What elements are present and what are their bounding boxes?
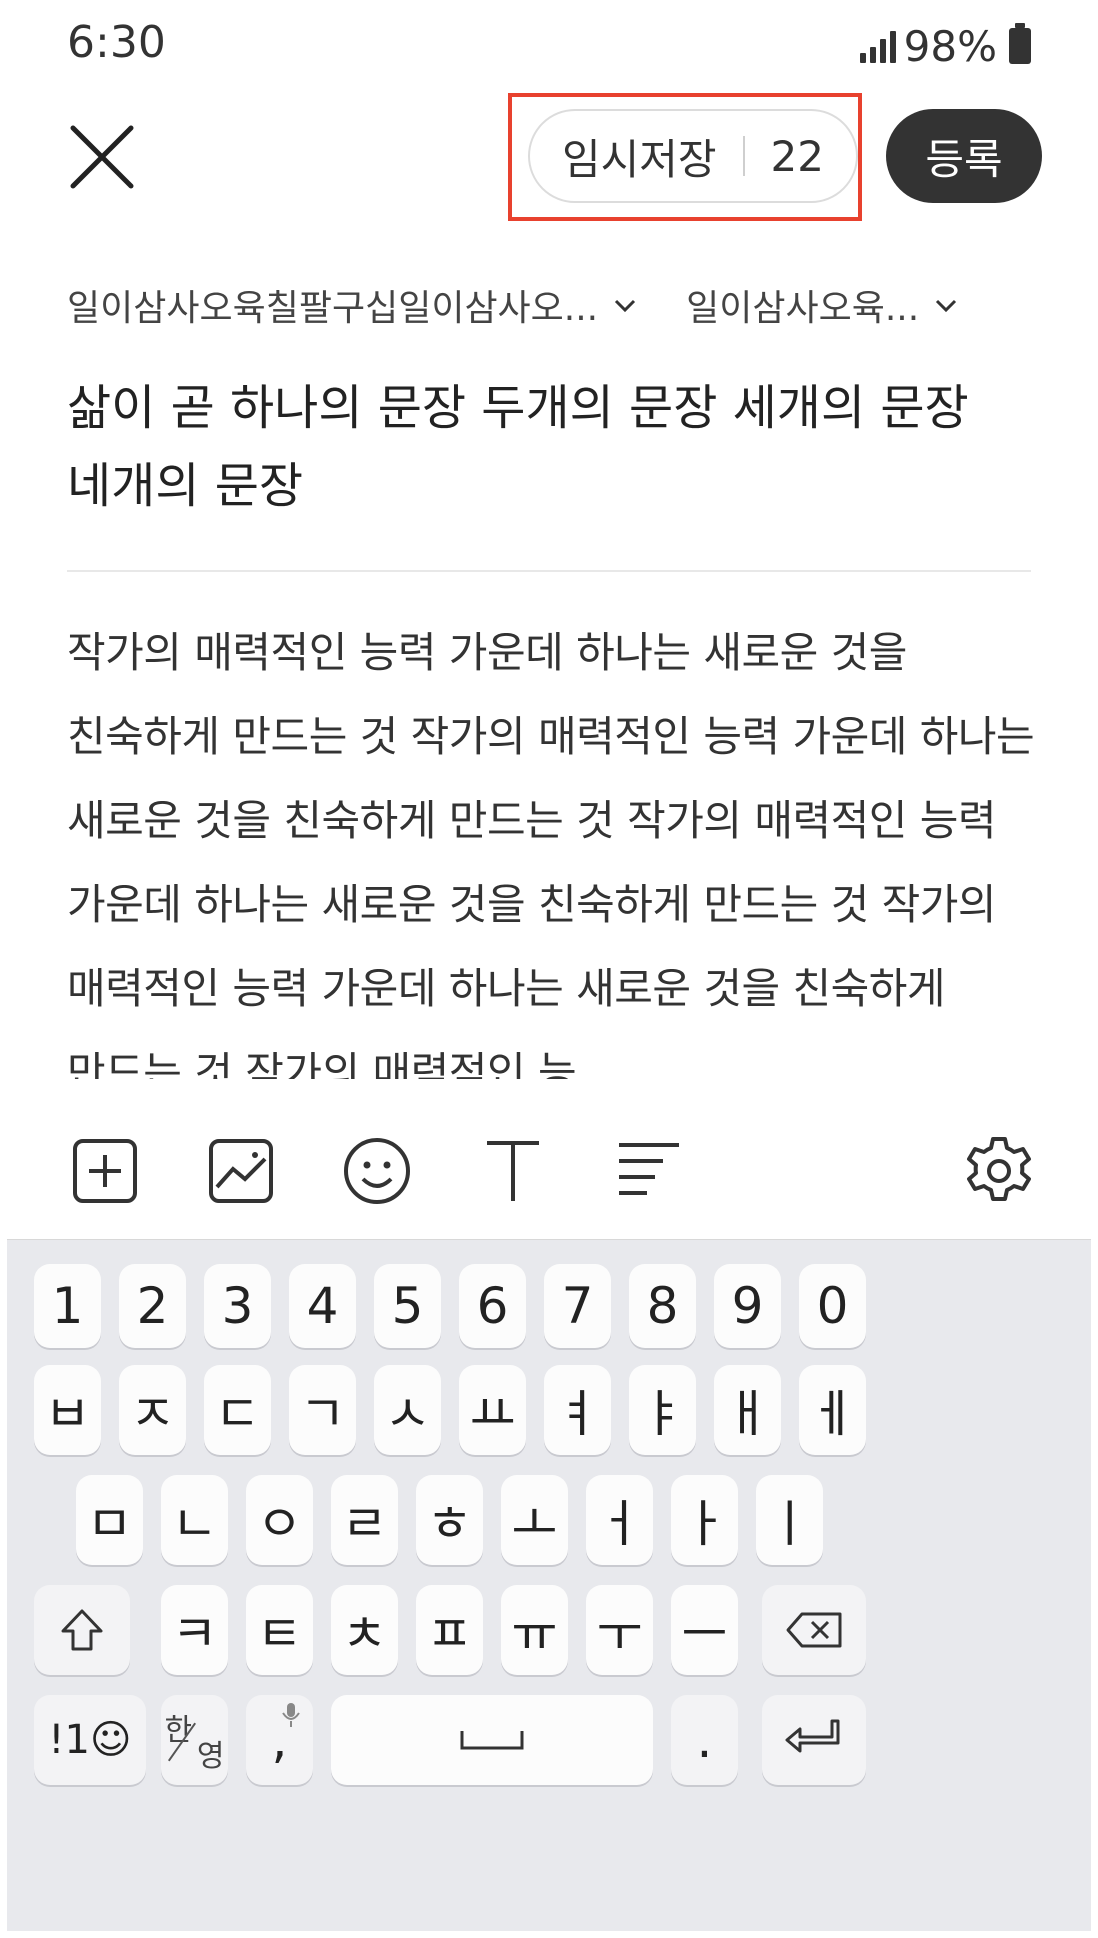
image-button[interactable] bbox=[205, 1135, 277, 1207]
emoji-icon bbox=[344, 1138, 410, 1204]
draft-label: 임시저장 bbox=[561, 134, 717, 184]
editor-header: 임시저장 22 등록 bbox=[7, 77, 1091, 227]
category-label: 일이삼사오육칠팔구십일이삼사오... bbox=[67, 288, 599, 329]
battery-percent: 98% bbox=[903, 21, 997, 71]
post-body-text: 작가의 매력적인 능력 가운데 하나는 새로운 것을 친숙하게 만드는 것 작가… bbox=[67, 628, 1035, 1079]
status-bar: 6:30 98% bbox=[7, 7, 1091, 77]
hangul-english-icon: 한 영 bbox=[165, 1705, 225, 1775]
period-key[interactable]: . bbox=[671, 1695, 738, 1785]
category-dropdown-primary[interactable]: 일이삼사오육칠팔구십일이삼사오... bbox=[67, 279, 638, 331]
status-time: 6:30 bbox=[67, 17, 166, 68]
key-e[interactable]: ㅔ bbox=[799, 1365, 866, 1455]
key-ya[interactable]: ㅑ bbox=[629, 1365, 696, 1455]
editor-toolbar bbox=[7, 1117, 1091, 1237]
hangul-label: 한 bbox=[164, 1713, 193, 1748]
english-label: 영 bbox=[196, 1739, 225, 1774]
emoji-button[interactable] bbox=[341, 1135, 413, 1207]
close-icon bbox=[70, 125, 134, 189]
submit-button[interactable]: 등록 bbox=[886, 109, 1042, 203]
shift-icon bbox=[61, 1609, 103, 1651]
signal-icon bbox=[859, 29, 896, 63]
key-yeo[interactable]: ㅕ bbox=[544, 1365, 611, 1455]
key-4[interactable]: 4 bbox=[289, 1264, 356, 1348]
key-r[interactable]: ㄹ bbox=[331, 1475, 398, 1565]
key-1[interactable]: 1 bbox=[34, 1264, 101, 1348]
chevron-down-icon bbox=[936, 299, 957, 313]
settings-button[interactable] bbox=[963, 1135, 1035, 1207]
close-button[interactable] bbox=[67, 122, 137, 192]
chevron-down-icon bbox=[615, 299, 636, 313]
key-i[interactable]: ㅣ bbox=[756, 1475, 823, 1565]
key-6[interactable]: 6 bbox=[459, 1264, 526, 1348]
category-label: 일이삼사오육... bbox=[686, 288, 920, 329]
backspace-key[interactable] bbox=[762, 1585, 866, 1675]
key-3[interactable]: 3 bbox=[204, 1264, 271, 1348]
add-icon bbox=[73, 1139, 137, 1203]
key-o[interactable]: ㅗ bbox=[501, 1475, 568, 1565]
key-9[interactable]: 9 bbox=[714, 1264, 781, 1348]
add-button[interactable] bbox=[69, 1135, 141, 1207]
korean-keyboard: 1 2 3 4 5 6 7 8 9 0 ㅂ ㅈ ㄷ ㄱ ㅅ ㅛ ㅕ ㅑ ㅐ ㅔ … bbox=[7, 1239, 1091, 1931]
key-k[interactable]: ㅋ bbox=[161, 1585, 228, 1675]
post-body-field[interactable]: 작가의 매력적인 능력 가운데 하나는 새로운 것을 친숙하게 만드는 것 작가… bbox=[67, 611, 1047, 1079]
space-key[interactable] bbox=[331, 1695, 653, 1785]
draft-count: 22 bbox=[770, 131, 824, 181]
key-ae[interactable]: ㅐ bbox=[714, 1365, 781, 1455]
key-d[interactable]: ㄷ bbox=[204, 1365, 271, 1455]
key-0[interactable]: 0 bbox=[799, 1264, 866, 1348]
image-icon bbox=[209, 1139, 273, 1203]
post-title-field[interactable]: 삶이 곧 하나의 문장 두개의 문장 세개의 문장 네개의 문장 bbox=[67, 369, 1027, 525]
key-m[interactable]: ㅁ bbox=[76, 1475, 143, 1565]
key-b[interactable]: ㅂ bbox=[34, 1365, 101, 1455]
key-ng[interactable]: ㅇ bbox=[246, 1475, 313, 1565]
key-g[interactable]: ㄱ bbox=[289, 1365, 356, 1455]
draft-save-button[interactable]: 임시저장 22 bbox=[528, 109, 858, 203]
key-p[interactable]: ㅍ bbox=[416, 1585, 483, 1675]
align-icon bbox=[619, 1143, 679, 1195]
key-h[interactable]: ㅎ bbox=[416, 1475, 483, 1565]
key-7[interactable]: 7 bbox=[544, 1264, 611, 1348]
key-a[interactable]: ㅏ bbox=[671, 1475, 738, 1565]
key-yo[interactable]: ㅛ bbox=[459, 1365, 526, 1455]
enter-icon bbox=[785, 1719, 840, 1753]
key-eu[interactable]: ㅡ bbox=[671, 1585, 738, 1675]
text-style-icon bbox=[487, 1141, 539, 1201]
backspace-icon bbox=[786, 1612, 842, 1648]
key-u[interactable]: ㅜ bbox=[586, 1585, 653, 1675]
category-selectors: 일이삼사오육칠팔구십일이삼사오... 일이삼사오육... bbox=[67, 275, 959, 335]
symbols-key[interactable]: !1☺ bbox=[34, 1695, 146, 1785]
align-button[interactable] bbox=[613, 1135, 685, 1207]
comma-key[interactable]: , bbox=[246, 1695, 313, 1785]
key-n[interactable]: ㄴ bbox=[161, 1475, 228, 1565]
microphone-icon bbox=[282, 1703, 300, 1727]
space-icon bbox=[460, 1731, 524, 1750]
battery-icon bbox=[1009, 23, 1031, 64]
text-style-button[interactable] bbox=[477, 1135, 549, 1207]
settings-icon bbox=[967, 1137, 1031, 1201]
language-switch-key[interactable]: 한 영 bbox=[161, 1695, 228, 1785]
key-2[interactable]: 2 bbox=[119, 1264, 186, 1348]
key-j[interactable]: ㅈ bbox=[119, 1365, 186, 1455]
key-yu[interactable]: ㅠ bbox=[501, 1585, 568, 1675]
status-indicators: 98% bbox=[859, 21, 1031, 71]
category-dropdown-secondary[interactable]: 일이삼사오육... bbox=[686, 279, 959, 331]
key-ch[interactable]: ㅊ bbox=[331, 1585, 398, 1675]
key-5[interactable]: 5 bbox=[374, 1264, 441, 1348]
key-8[interactable]: 8 bbox=[629, 1264, 696, 1348]
title-divider bbox=[67, 570, 1031, 572]
key-eo[interactable]: ㅓ bbox=[586, 1475, 653, 1565]
shift-key[interactable] bbox=[34, 1585, 130, 1675]
enter-key[interactable] bbox=[762, 1695, 866, 1785]
draft-separator bbox=[742, 136, 745, 176]
key-s[interactable]: ㅅ bbox=[374, 1365, 441, 1455]
app-screen: 6:30 98% 임시저장 22 등록 일이삼사오육칠팔구십일이삼사오... 일… bbox=[7, 7, 1091, 1931]
key-t[interactable]: ㅌ bbox=[246, 1585, 313, 1675]
